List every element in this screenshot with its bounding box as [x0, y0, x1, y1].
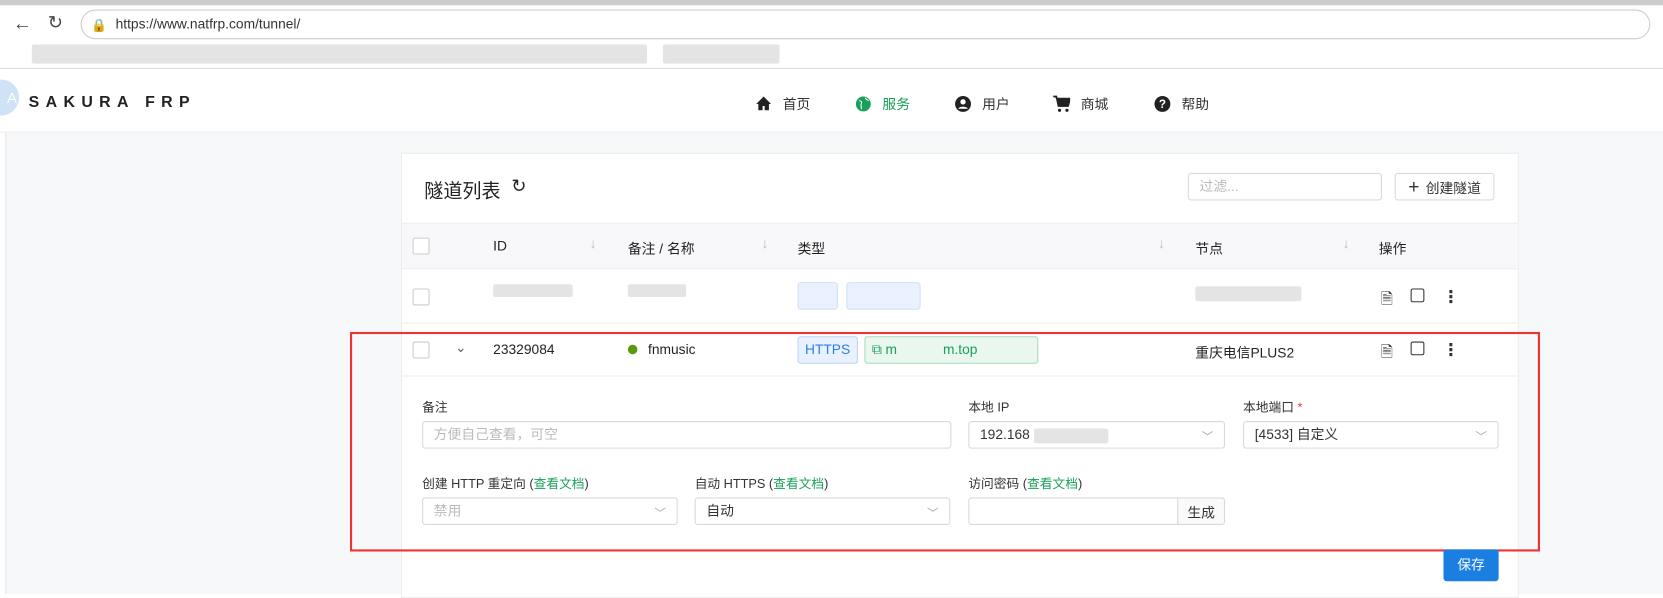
site-header	[0, 67, 1663, 133]
sort-arrow-icon[interactable]: ↓	[1158, 235, 1165, 251]
bookmarks-bar	[31, 44, 647, 64]
blurred-type-tag	[797, 282, 838, 310]
log-icon[interactable]: 🗎	[1381, 287, 1393, 312]
select-all-checkbox[interactable]	[412, 237, 430, 255]
nav-label: 首页	[782, 96, 811, 113]
url-text: https://www.natfrp.com/tunnel/	[115, 15, 301, 32]
sort-arrow-icon[interactable]: ↓	[1343, 235, 1350, 251]
cart-icon	[1053, 95, 1071, 112]
nav-shop[interactable]: 商城	[1053, 93, 1108, 113]
user-icon	[955, 95, 971, 112]
col-id[interactable]: ID	[493, 238, 507, 254]
sort-arrow-icon[interactable]: ↓	[590, 235, 597, 251]
col-type[interactable]: 类型	[798, 238, 826, 258]
url-bar[interactable]: https://www.natfrp.com/tunnel/	[80, 9, 1651, 40]
row-checkbox[interactable]	[412, 288, 430, 306]
blurred-name	[627, 284, 687, 297]
table-header	[401, 222, 1518, 270]
more-icon[interactable]: ⋮	[1442, 286, 1459, 307]
nav-label: 用户	[982, 96, 1010, 113]
save-button[interactable]: 保存	[1443, 549, 1499, 582]
stats-icon[interactable]	[1410, 288, 1425, 303]
nav-label: 帮助	[1181, 96, 1210, 113]
nav-service[interactable]: 服务	[855, 93, 910, 113]
back-icon[interactable]: ←	[13, 13, 32, 35]
nav-label: 商城	[1080, 96, 1109, 113]
col-actions: 操作	[1378, 240, 1407, 257]
nav-home[interactable]: 首页	[755, 93, 810, 113]
filter-input[interactable]: 过滤...	[1187, 172, 1382, 201]
blurred-node	[1195, 286, 1302, 302]
reload-icon[interactable]: ↻	[48, 13, 63, 34]
page-title: 隧道列表	[424, 180, 501, 202]
home-icon	[756, 95, 772, 110]
logo[interactable]: SAKURA FRP	[29, 93, 196, 111]
lock-icon: 🔒	[91, 18, 108, 33]
nav-help[interactable]: ? 帮助	[1154, 93, 1209, 113]
help-icon: ?	[1154, 95, 1171, 112]
create-tunnel-button[interactable]: + 创建隧道	[1394, 172, 1495, 201]
nav-user[interactable]: 用户	[955, 93, 1010, 113]
col-name[interactable]: 备注 / 名称	[628, 238, 695, 258]
refresh-icon[interactable]: ↻	[511, 176, 526, 197]
plus-icon: +	[1408, 175, 1420, 197]
nav-label: 服务	[882, 96, 911, 113]
blurred-domain-tag	[846, 282, 921, 310]
blurred-id	[493, 284, 573, 297]
sort-arrow-icon[interactable]: ↓	[762, 235, 769, 251]
browser-top-strip	[0, 0, 1663, 6]
create-label: 创建隧道	[1425, 179, 1481, 196]
divider	[401, 322, 1518, 324]
svg-text:?: ?	[1159, 98, 1166, 111]
highlight-box	[349, 331, 1540, 552]
col-node[interactable]: 节点	[1195, 238, 1223, 258]
bookmark-item	[662, 44, 780, 64]
globe-icon	[855, 95, 871, 111]
